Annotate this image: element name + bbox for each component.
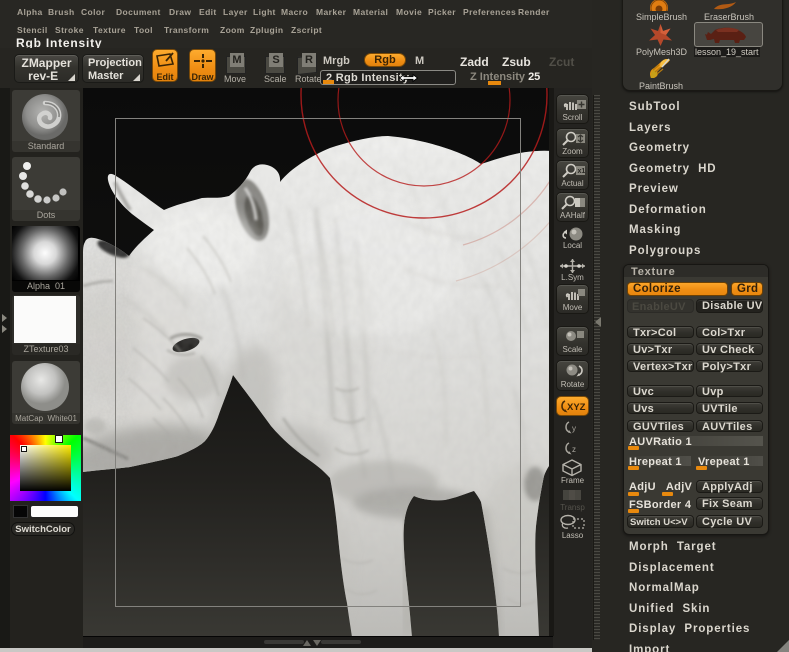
svg-text:z: z <box>572 445 576 454</box>
svg-text:XYZ: XYZ <box>567 402 586 413</box>
svg-text:x1: x1 <box>578 168 586 175</box>
svg-text:y: y <box>572 424 576 433</box>
